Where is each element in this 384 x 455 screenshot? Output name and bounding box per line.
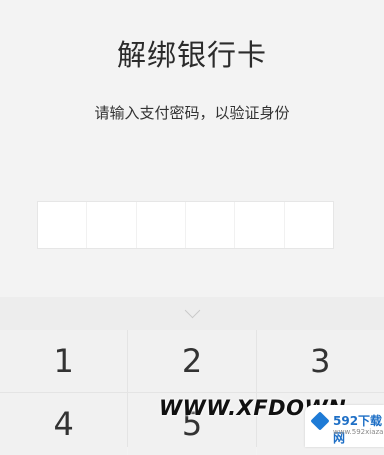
cube-logo-icon [310,411,330,431]
pin-digit-slot [137,202,186,248]
keyboard-collapse-button[interactable] [0,297,384,330]
key-2[interactable]: 2 [128,330,256,392]
watermark-badge: 592下载网 www.592xiazai.com [305,405,384,447]
key-4[interactable]: 4 [0,393,128,455]
key-3[interactable]: 3 [256,330,384,392]
page-title: 解绑银行卡 [116,38,267,72]
instruction-text: 请输入支付密码，以验证身份 [94,104,290,122]
watermark-badge-url: www.592xiazai.com [333,428,384,436]
pin-digit-slot [285,202,333,248]
unbind-card-screen: 解绑银行卡 请输入支付密码，以验证身份 1 2 3 4 5 WWW.XFDOWN… [0,0,384,455]
pin-digit-slot [38,202,88,248]
key-1[interactable]: 1 [0,330,128,392]
pin-digit-slot [186,202,236,248]
pin-digit-slot [235,202,285,248]
payment-password-input[interactable] [37,201,334,249]
chevron-down-icon [184,302,200,319]
pin-digit-slot [87,202,137,248]
